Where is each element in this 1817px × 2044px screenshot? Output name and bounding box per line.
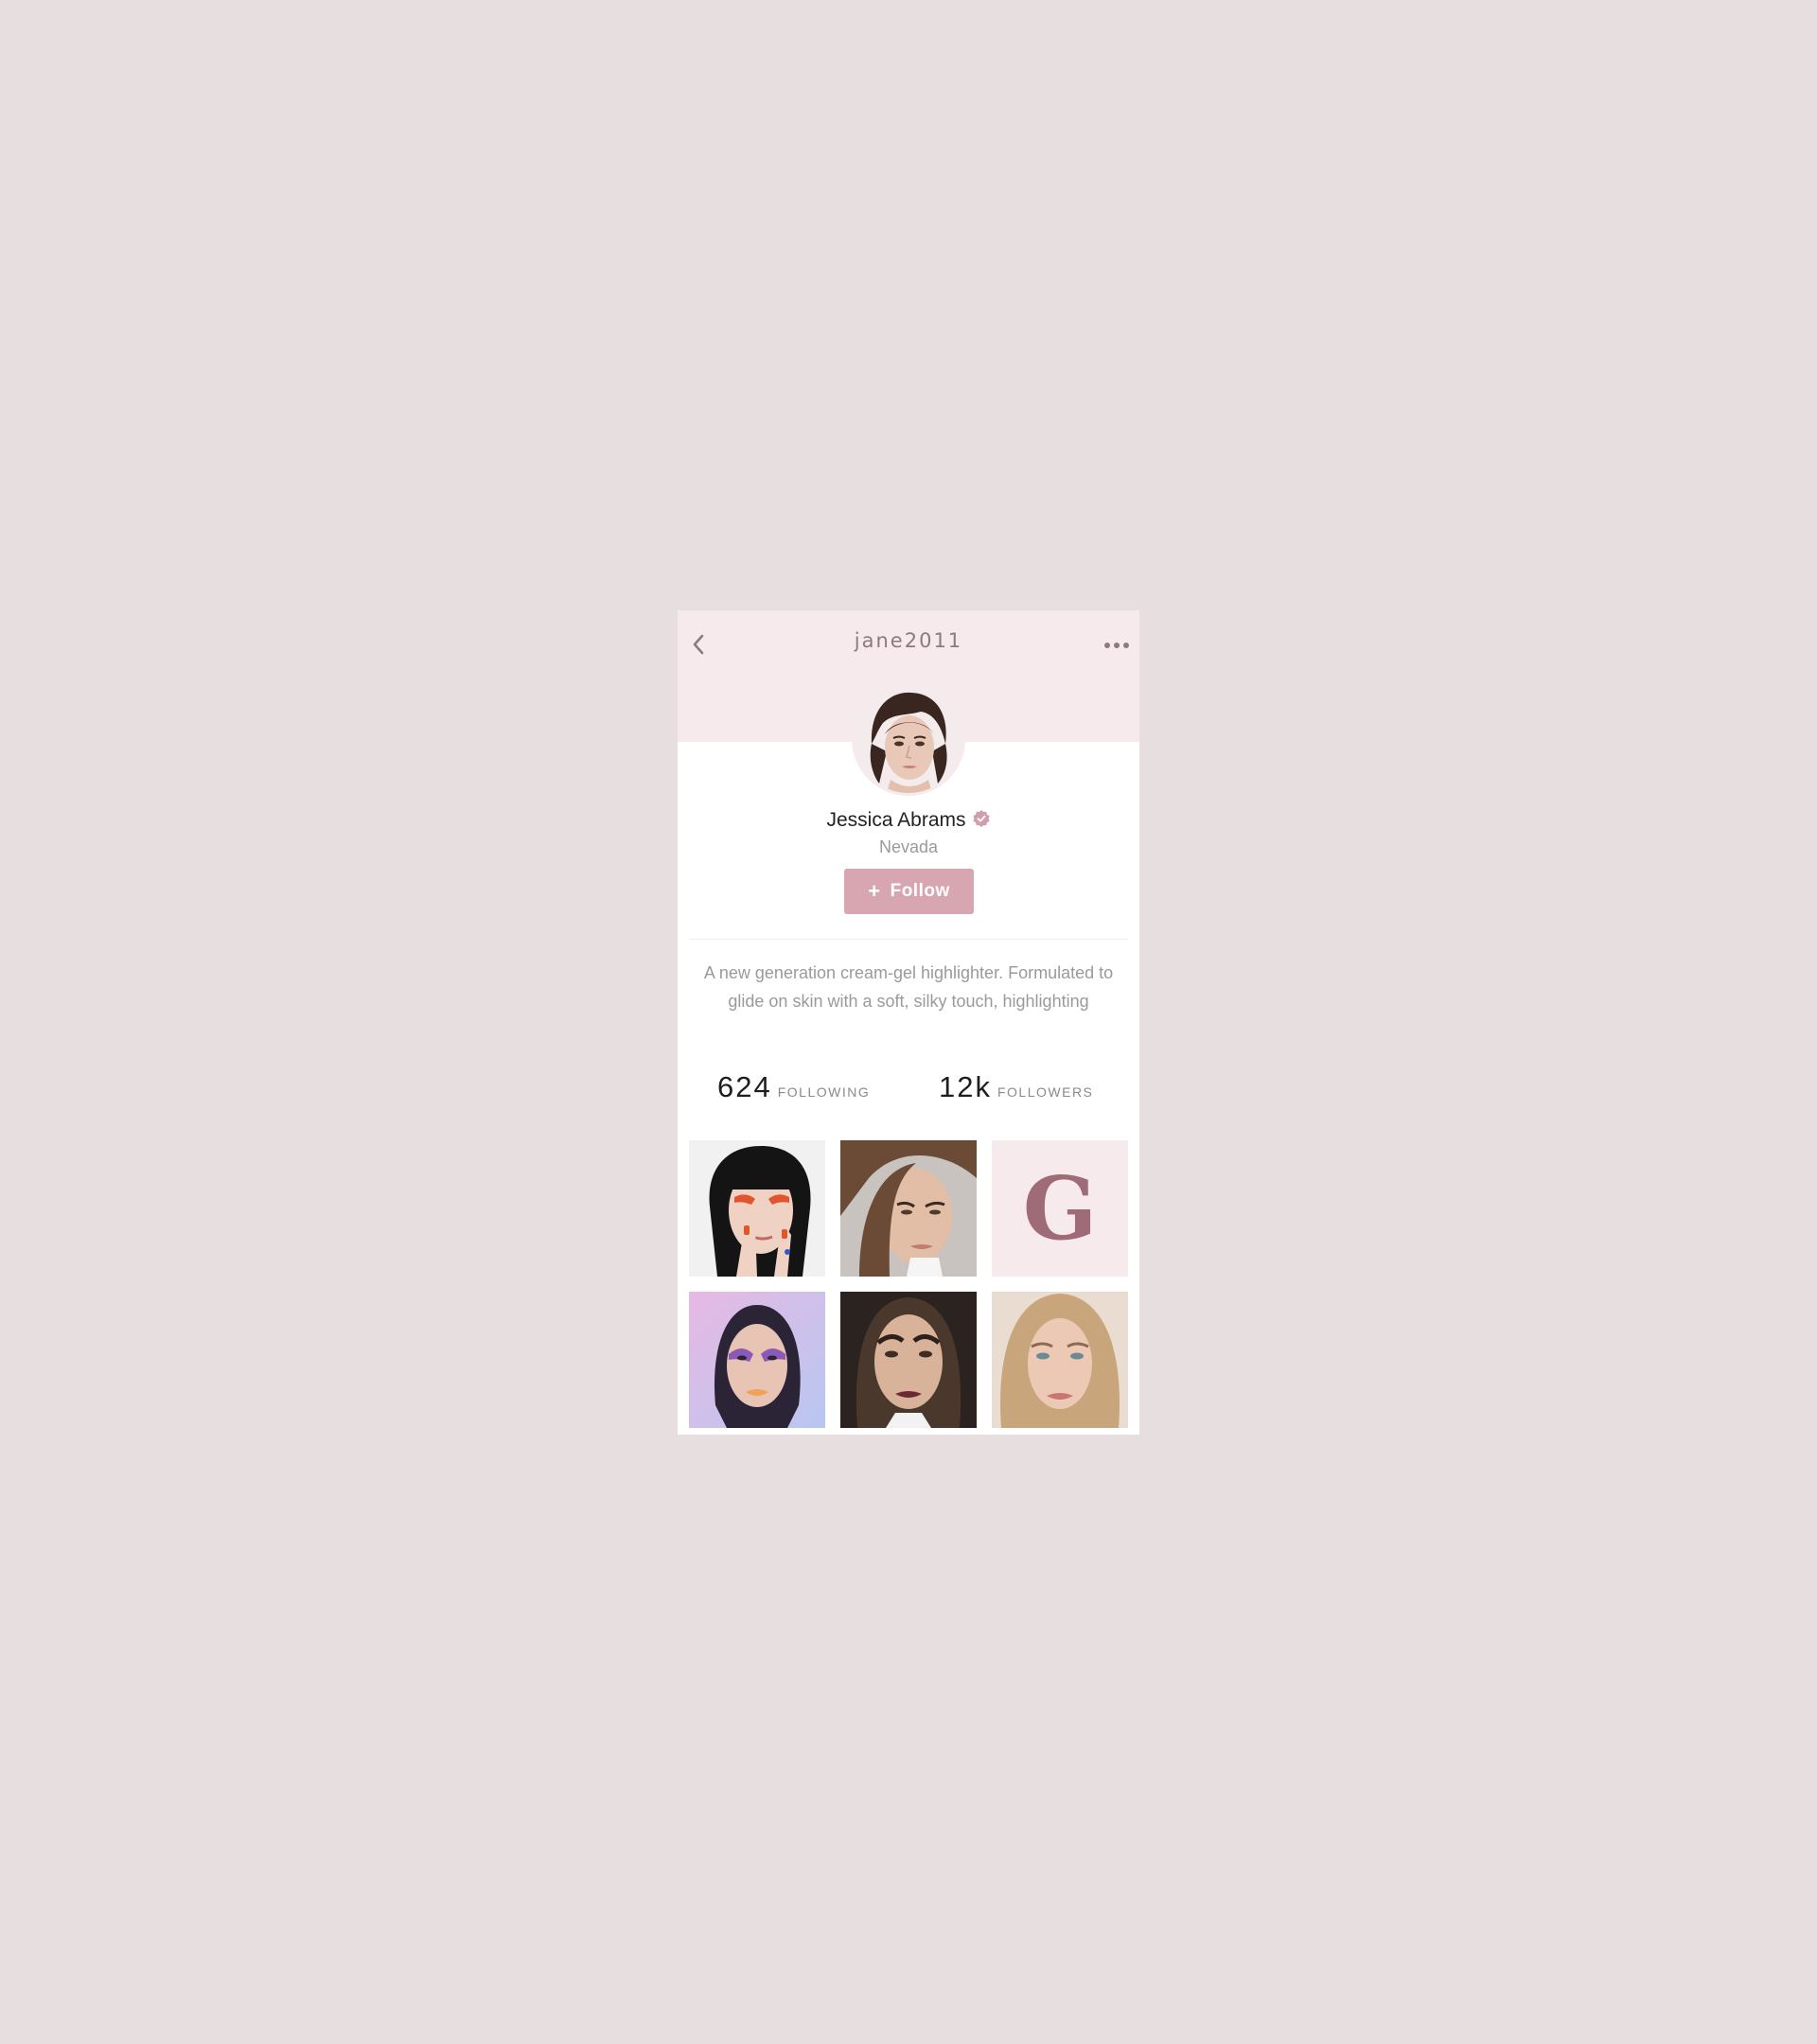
profile-bio: A new generation cream-gel highlighter. … xyxy=(703,963,1114,1011)
followers-label: FOLLOWERS xyxy=(997,1084,1094,1100)
gallery-photo-6[interactable] xyxy=(992,1292,1128,1428)
profile-screen: jane2011 Jessica Abrams Nevada + Follow … xyxy=(678,610,1139,1435)
following-label: FOLLOWING xyxy=(777,1084,871,1100)
avatar-photo xyxy=(855,685,962,793)
avatar[interactable] xyxy=(855,685,962,793)
gallery-photo-1[interactable] xyxy=(689,1140,825,1277)
profile-name-text: Jessica Abrams xyxy=(826,809,966,831)
gallery-photo-4[interactable] xyxy=(689,1292,825,1428)
followers-count: 12k xyxy=(939,1070,992,1103)
more-options-button[interactable] xyxy=(1102,634,1132,657)
gallery-photo-2[interactable] xyxy=(840,1140,977,1277)
follow-button-label: Follow xyxy=(890,881,950,901)
gallery-logo-tile[interactable]: G xyxy=(992,1140,1128,1277)
followers-stat[interactable]: 12k FOLLOWERS xyxy=(939,1070,1093,1104)
page-background: jane2011 Jessica Abrams Nevada + Follow … xyxy=(0,0,1817,2044)
gallery-photo-5[interactable] xyxy=(840,1292,977,1428)
follow-button[interactable]: + Follow xyxy=(844,869,974,914)
following-count: 624 xyxy=(717,1070,772,1103)
profile-name: Jessica Abrams xyxy=(678,809,1139,834)
more-horizontal-icon xyxy=(1104,643,1129,648)
plus-icon: + xyxy=(868,879,881,903)
following-stat[interactable]: 624 FOLLOWING xyxy=(717,1070,870,1104)
logo-letter: G xyxy=(1022,1157,1098,1260)
profile-location: Nevada xyxy=(878,837,939,856)
verified-badge-icon xyxy=(972,809,991,834)
page-title: jane2011 xyxy=(854,629,963,652)
section-divider xyxy=(689,939,1128,940)
